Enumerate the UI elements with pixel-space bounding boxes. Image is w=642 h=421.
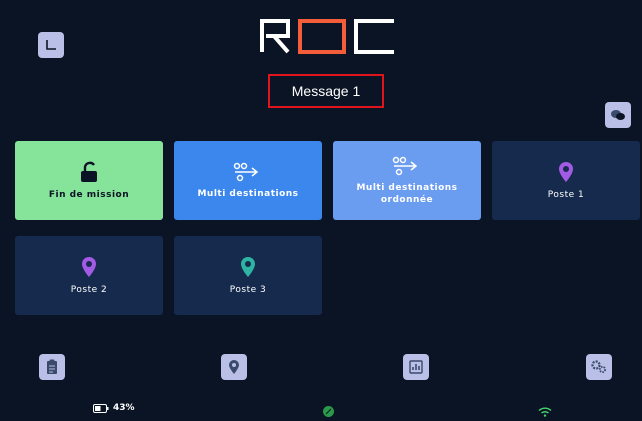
tile-label: Poste 2 (70, 284, 108, 295)
purple-location-pin-icon (82, 256, 96, 277)
stats-button[interactable] (403, 354, 429, 380)
tile-multi-destinations[interactable]: Multi destinations (174, 141, 322, 220)
chart-icon (409, 360, 423, 374)
corner-icon (46, 40, 56, 50)
tile-label: Poste 3 (229, 284, 267, 295)
teal-location-pin-icon (241, 256, 255, 277)
route-icon (233, 162, 259, 181)
leaf-icon (323, 406, 334, 417)
location-button[interactable] (221, 354, 247, 380)
layout-toggle-button[interactable] (38, 32, 64, 58)
tile-label: Fin de mission (48, 189, 130, 200)
tile-poste-2[interactable]: Poste 2 (15, 236, 163, 315)
battery-icon (93, 403, 109, 413)
tile-label: Multi destinations ordonnée (356, 182, 458, 205)
tile-fin-de-mission[interactable]: Fin de mission (15, 141, 163, 220)
location-icon (229, 360, 239, 374)
route-icon (392, 156, 418, 175)
tile-label: Poste 1 (547, 189, 585, 200)
purple-location-pin-icon (559, 161, 573, 182)
wifi-icon (538, 407, 552, 417)
wifi-status (538, 402, 552, 421)
tile-poste-3[interactable]: Poste 3 (174, 236, 322, 315)
tile-label: Multi destinations (197, 188, 299, 199)
leaf-status (323, 402, 334, 421)
roc-logo (258, 18, 398, 54)
tile-poste-1[interactable]: Poste 1 (492, 141, 640, 220)
message-box: Message 1 (268, 74, 384, 108)
unlock-icon (81, 161, 97, 182)
clipboard-button[interactable] (39, 354, 65, 380)
chat-button[interactable] (605, 102, 631, 128)
message-text: Message 1 (291, 83, 361, 99)
clipboard-icon (47, 359, 57, 374)
battery-level: 43% (113, 403, 135, 413)
battery-status: 43% (93, 403, 135, 413)
tile-multi-destinations-ordonnee[interactable]: Multi destinations ordonnée (333, 141, 481, 220)
chat-icon (611, 110, 625, 120)
settings-button[interactable] (586, 354, 612, 380)
settings-icon (591, 360, 606, 373)
